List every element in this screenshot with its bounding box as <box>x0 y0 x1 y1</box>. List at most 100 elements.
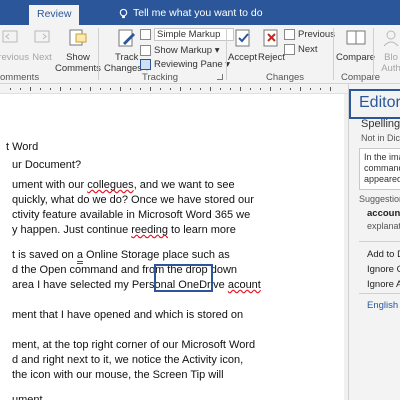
text-run: ument <box>12 394 43 400</box>
accept-button[interactable]: Accept <box>228 27 257 63</box>
doc-line: ctivity feature available in Microsoft W… <box>12 209 250 221</box>
group-divider <box>226 28 227 80</box>
previous-comment-icon <box>0 27 21 49</box>
editor-pane: Editor Spelling Not in Dictio In the ima… <box>348 84 400 400</box>
accept-icon <box>232 27 254 49</box>
show-markup-label: Show Markup ▾ <box>154 45 220 56</box>
doc-line: t is saved on a Online Storage place suc… <box>12 249 230 264</box>
suggestion-explanation: explanatio <box>367 221 400 231</box>
reviewing-pane-icon <box>140 59 151 70</box>
preview-line: command <box>364 163 400 173</box>
title-bar: Review Tell me what you want to do <box>0 0 400 25</box>
text-run: to learn more <box>167 224 236 236</box>
doc-line: area I have selected my Personal OneDriv… <box>12 279 261 291</box>
block-authors-button[interactable]: Blo Auth <box>380 27 400 74</box>
group-divider <box>373 28 374 80</box>
text-run: d and right next to it, we notice the Ac… <box>12 354 244 366</box>
compare-icon <box>345 27 367 49</box>
previous-change-button[interactable]: Previous <box>284 28 335 41</box>
doc-line: the icon with our mouse, the Screen Tip … <box>12 369 224 381</box>
text-run: quickly, what do we do? Once we have sto… <box>12 194 254 206</box>
tab-review[interactable]: Review <box>29 5 80 25</box>
show-markup-icon <box>140 45 151 56</box>
previous-change-label: Previous <box>298 29 335 40</box>
compare-label: Compare <box>336 52 376 63</box>
ignore-all-link[interactable]: Ignore All <box>367 279 400 290</box>
doc-line: ment that I have opened and which is sto… <box>12 309 243 321</box>
suggestion-account[interactable]: account <box>367 208 400 219</box>
lightbulb-icon <box>119 8 128 18</box>
next-change-label: Next <box>298 44 318 55</box>
previous-change-icon <box>284 29 295 40</box>
changes-group-label: Changes <box>266 72 305 83</box>
show-comments-button[interactable]: Show Comments <box>55 27 101 74</box>
block-authors-label-1: Blo <box>384 52 398 63</box>
show-comments-icon <box>67 27 89 49</box>
group-divider <box>98 28 99 80</box>
show-comments-label-1: Show <box>66 52 90 63</box>
doc-line: y happen. Just continue reeding to learn… <box>12 224 236 236</box>
next-comment-button[interactable]: Next <box>31 27 53 63</box>
language-link[interactable]: English (U <box>367 300 400 311</box>
block-authors-icon <box>380 27 400 49</box>
compare-group-label: Compare <box>341 72 381 83</box>
doc-line: ument <box>12 394 43 400</box>
tell-me-label: Tell me what you want to do <box>133 7 263 19</box>
compare-button[interactable]: Compare <box>336 27 375 63</box>
not-in-dictionary-label: Not in Dictio <box>361 133 400 143</box>
misspelled-word[interactable]: acount <box>228 279 261 291</box>
markup-dropdown-value: Simple Markup <box>154 28 234 41</box>
text-run: ument with our <box>12 179 88 191</box>
preview-line: appeared A <box>364 174 400 184</box>
doc-line: d and right next to it, we notice the Ac… <box>12 354 243 366</box>
horizontal-ruler <box>0 84 348 94</box>
reject-icon <box>260 27 282 49</box>
ruler-ticks <box>10 87 331 91</box>
show-markup-button[interactable]: Show Markup ▾ <box>140 44 220 57</box>
divider <box>359 293 400 294</box>
text-run: t is saved on <box>12 249 77 261</box>
text-run: Online Storage place such as <box>82 249 230 261</box>
group-divider <box>333 28 334 80</box>
spelling-heading: Spelling <box>361 118 400 130</box>
add-to-dictionary-link[interactable]: Add to Dic <box>367 249 400 260</box>
doc-line: ment, at the top right corner of our Mic… <box>12 339 255 351</box>
misspelled-word[interactable]: collegues <box>87 179 133 191</box>
text-run: y happen. Just continue <box>12 224 132 236</box>
reject-button[interactable]: Reject <box>258 27 285 63</box>
doc-line: t Word <box>6 141 38 153</box>
context-preview-box: In the imag command appeared A <box>359 148 400 190</box>
text-run: ur Document? <box>12 159 82 171</box>
comments-group-label: omments <box>0 72 40 83</box>
ribbon: Previous Next Show Comments omments Trac… <box>0 25 400 84</box>
reviewing-pane-button[interactable]: Reviewing Pane ▾ <box>140 58 230 71</box>
document-page[interactable]: t Word ur Document? ument with our colle… <box>0 94 344 400</box>
previous-comment-button[interactable]: Previous <box>0 27 29 63</box>
text-run: ment that I have opened and which is sto… <box>12 309 244 321</box>
doc-line: ur Document? <box>12 159 81 171</box>
track-changes-icon <box>116 27 138 49</box>
text-run: t Word <box>6 141 39 153</box>
divider <box>359 241 400 242</box>
suggestions-label: Suggestions <box>359 194 400 204</box>
reviewing-pane-label: Reviewing Pane ▾ <box>154 59 231 70</box>
markup-icon <box>140 29 151 40</box>
tell-me-search[interactable]: Tell me what you want to do <box>118 4 263 22</box>
show-comments-label-2: Comments <box>55 63 101 74</box>
next-comment-label: Next <box>32 52 52 63</box>
next-change-icon <box>284 44 295 55</box>
editor-pane-title: Editor <box>359 94 400 111</box>
previous-comment-label: Previous <box>0 52 29 63</box>
next-comment-icon <box>31 27 53 49</box>
ignore-once-link[interactable]: Ignore Onc <box>367 264 400 275</box>
dialog-launcher-icon[interactable] <box>217 74 223 80</box>
misspelling-highlight-box <box>154 264 213 292</box>
misspelled-word[interactable]: reeding <box>131 224 168 236</box>
doc-line: quickly, what do we do? Once we have sto… <box>12 194 254 206</box>
next-change-button[interactable]: Next <box>284 43 318 56</box>
track-changes-label-1: Track <box>115 52 139 63</box>
preview-line: In the imag <box>364 152 400 162</box>
text-run: , and we want to see <box>133 179 235 191</box>
accept-label: Accept <box>228 52 258 63</box>
doc-line: ument with our collegues, and we want to… <box>12 179 235 191</box>
